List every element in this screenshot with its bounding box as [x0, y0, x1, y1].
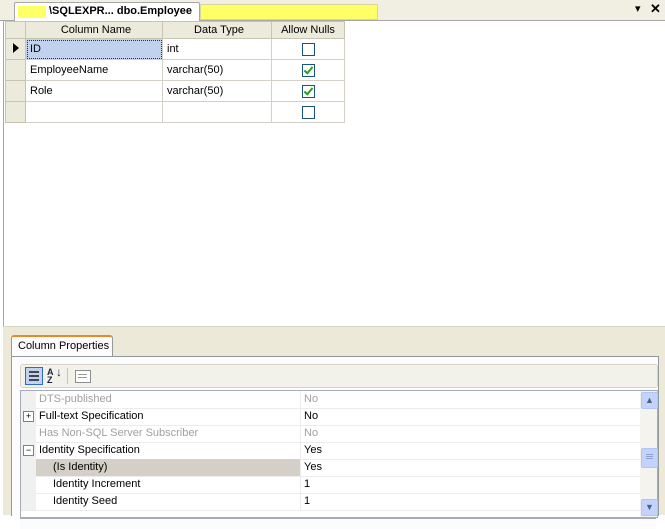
property-gutter: [21, 493, 36, 510]
table-row[interactable]: ID int: [5, 38, 345, 60]
allow-nulls-checkbox[interactable]: [301, 84, 315, 98]
property-name: Identity Seed: [53, 495, 118, 507]
data-type-cell[interactable]: [162, 101, 272, 123]
document-tab-strip: \SQLEXPR... dbo.Employee ▾ ✕: [0, 0, 665, 21]
toolbar-separator: [67, 368, 68, 384]
scroll-up-icon[interactable]: ▲: [641, 392, 658, 409]
table-row[interactable]: EmployeeName varchar(50): [5, 59, 345, 81]
row-selector[interactable]: [5, 101, 26, 123]
allow-nulls-cell[interactable]: [271, 80, 345, 102]
property-name-cell: Full-text Specification: [36, 408, 301, 425]
column-properties-panel: Column Properties A Z ↓ DTS-published No…: [3, 329, 665, 529]
column-name-cell[interactable]: Role: [25, 80, 163, 102]
property-name-cell: (Is Identity): [36, 459, 301, 476]
tab-column-properties-label: Column Properties: [18, 340, 110, 352]
property-value: No: [304, 410, 319, 422]
data-type-cell[interactable]: int: [162, 38, 272, 60]
close-icon[interactable]: ✕: [650, 1, 661, 17]
row-selector[interactable]: [5, 80, 26, 102]
property-grid-scrollbar[interactable]: ▲ ▼: [640, 390, 658, 518]
property-grid: DTS-published No + Full-text Specificati…: [20, 390, 641, 518]
property-row-non-sql-subscriber[interactable]: Has Non-SQL Server Subscriber No: [21, 425, 641, 443]
property-pages-button[interactable]: [74, 367, 92, 385]
column-name-cell[interactable]: EmployeeName: [25, 59, 163, 81]
allow-nulls-cell[interactable]: [271, 38, 345, 60]
property-gutter: [21, 391, 36, 408]
scroll-down-icon[interactable]: ▼: [641, 499, 658, 516]
property-value-cell[interactable]: No: [301, 391, 641, 408]
property-value-cell[interactable]: 1: [301, 493, 641, 510]
property-value-cell[interactable]: 1: [301, 476, 641, 493]
column-grid: Column Name Data Type Allow Nulls ID int…: [5, 21, 345, 123]
property-description-area: [20, 518, 656, 529]
property-value-cell[interactable]: Yes: [301, 459, 641, 476]
scroll-thumb[interactable]: [641, 448, 658, 468]
alphabetical-button[interactable]: A Z ↓: [45, 366, 63, 385]
property-value: Yes: [304, 461, 322, 473]
property-name: Identity Specification: [39, 444, 140, 456]
allow-nulls-cell[interactable]: [271, 59, 345, 81]
row-selector[interactable]: [5, 59, 26, 81]
tab-column-properties[interactable]: Column Properties: [11, 335, 113, 357]
property-row-full-text-specification[interactable]: + Full-text Specification No: [21, 408, 641, 426]
properties-toolbar: A Z ↓: [20, 364, 658, 388]
property-value: No: [304, 427, 319, 439]
property-value-cell[interactable]: No: [301, 425, 641, 442]
data-type-cell[interactable]: varchar(50): [162, 59, 272, 81]
property-name-cell: Identity Seed: [36, 493, 301, 510]
property-gutter: −: [21, 442, 36, 459]
row-selector[interactable]: [5, 38, 26, 60]
property-pages-icon: [75, 370, 91, 383]
property-row-dts-published[interactable]: DTS-published No: [21, 391, 641, 409]
property-gutter: [21, 425, 36, 442]
collapse-minus-icon[interactable]: −: [23, 445, 34, 456]
document-tab-employee[interactable]: \SQLEXPR... dbo.Employee: [14, 2, 200, 21]
document-tab-redacted[interactable]: [200, 4, 378, 20]
property-value: No: [304, 393, 319, 405]
property-value: 1: [304, 495, 311, 507]
chevron-down-icon[interactable]: ▾: [635, 1, 641, 17]
property-name: Identity Increment: [53, 478, 141, 490]
property-name: DTS-published: [39, 393, 112, 405]
property-gutter: [21, 459, 36, 476]
property-gutter: +: [21, 408, 36, 425]
column-name-header: Column Name: [25, 21, 163, 39]
property-name-cell: Identity Increment: [36, 476, 301, 493]
property-name-cell: Identity Specification: [36, 442, 301, 459]
data-type-header: Data Type: [162, 21, 272, 39]
property-gutter: [21, 476, 36, 493]
allow-nulls-header: Allow Nulls: [271, 21, 345, 39]
property-value-cell[interactable]: No: [301, 408, 641, 425]
row-selector-header: [5, 21, 26, 39]
property-row-identity-increment[interactable]: Identity Increment 1: [21, 476, 641, 494]
property-name: Full-text Specification: [39, 410, 144, 422]
property-value: 1: [304, 478, 311, 490]
document-tab-title: \SQLEXPR... dbo.Employee: [49, 5, 193, 17]
property-name: Has Non-SQL Server Subscriber: [39, 427, 199, 439]
categorized-button[interactable]: [25, 367, 43, 385]
redacted-server-name: [18, 6, 46, 18]
column-name-cell[interactable]: [25, 101, 163, 123]
property-row-identity-seed[interactable]: Identity Seed 1: [21, 493, 641, 511]
new-table-row[interactable]: [5, 101, 345, 123]
current-row-arrow-icon: [12, 42, 19, 53]
allow-nulls-cell[interactable]: [271, 101, 345, 123]
property-name-cell: Has Non-SQL Server Subscriber: [36, 425, 301, 442]
property-name-cell: DTS-published: [36, 391, 301, 408]
table-row[interactable]: Role varchar(50): [5, 80, 345, 102]
allow-nulls-checkbox[interactable]: [301, 63, 315, 77]
property-row-is-identity[interactable]: (Is Identity) Yes: [21, 459, 641, 477]
table-designer: Column Name Data Type Allow Nulls ID int…: [3, 21, 665, 326]
data-type-cell[interactable]: varchar(50): [162, 80, 272, 102]
grid-header-row: Column Name Data Type Allow Nulls: [5, 21, 345, 39]
property-row-identity-specification[interactable]: − Identity Specification Yes: [21, 442, 641, 460]
property-value: Yes: [304, 444, 322, 456]
property-name: (Is Identity): [53, 461, 108, 473]
property-value-cell[interactable]: Yes: [301, 442, 641, 459]
column-name-cell[interactable]: ID: [25, 38, 163, 60]
properties-body: A Z ↓ DTS-published No + Full-text Speci…: [11, 356, 659, 529]
allow-nulls-checkbox[interactable]: [301, 42, 315, 56]
expand-plus-icon[interactable]: +: [23, 411, 34, 422]
allow-nulls-checkbox[interactable]: [301, 105, 315, 119]
